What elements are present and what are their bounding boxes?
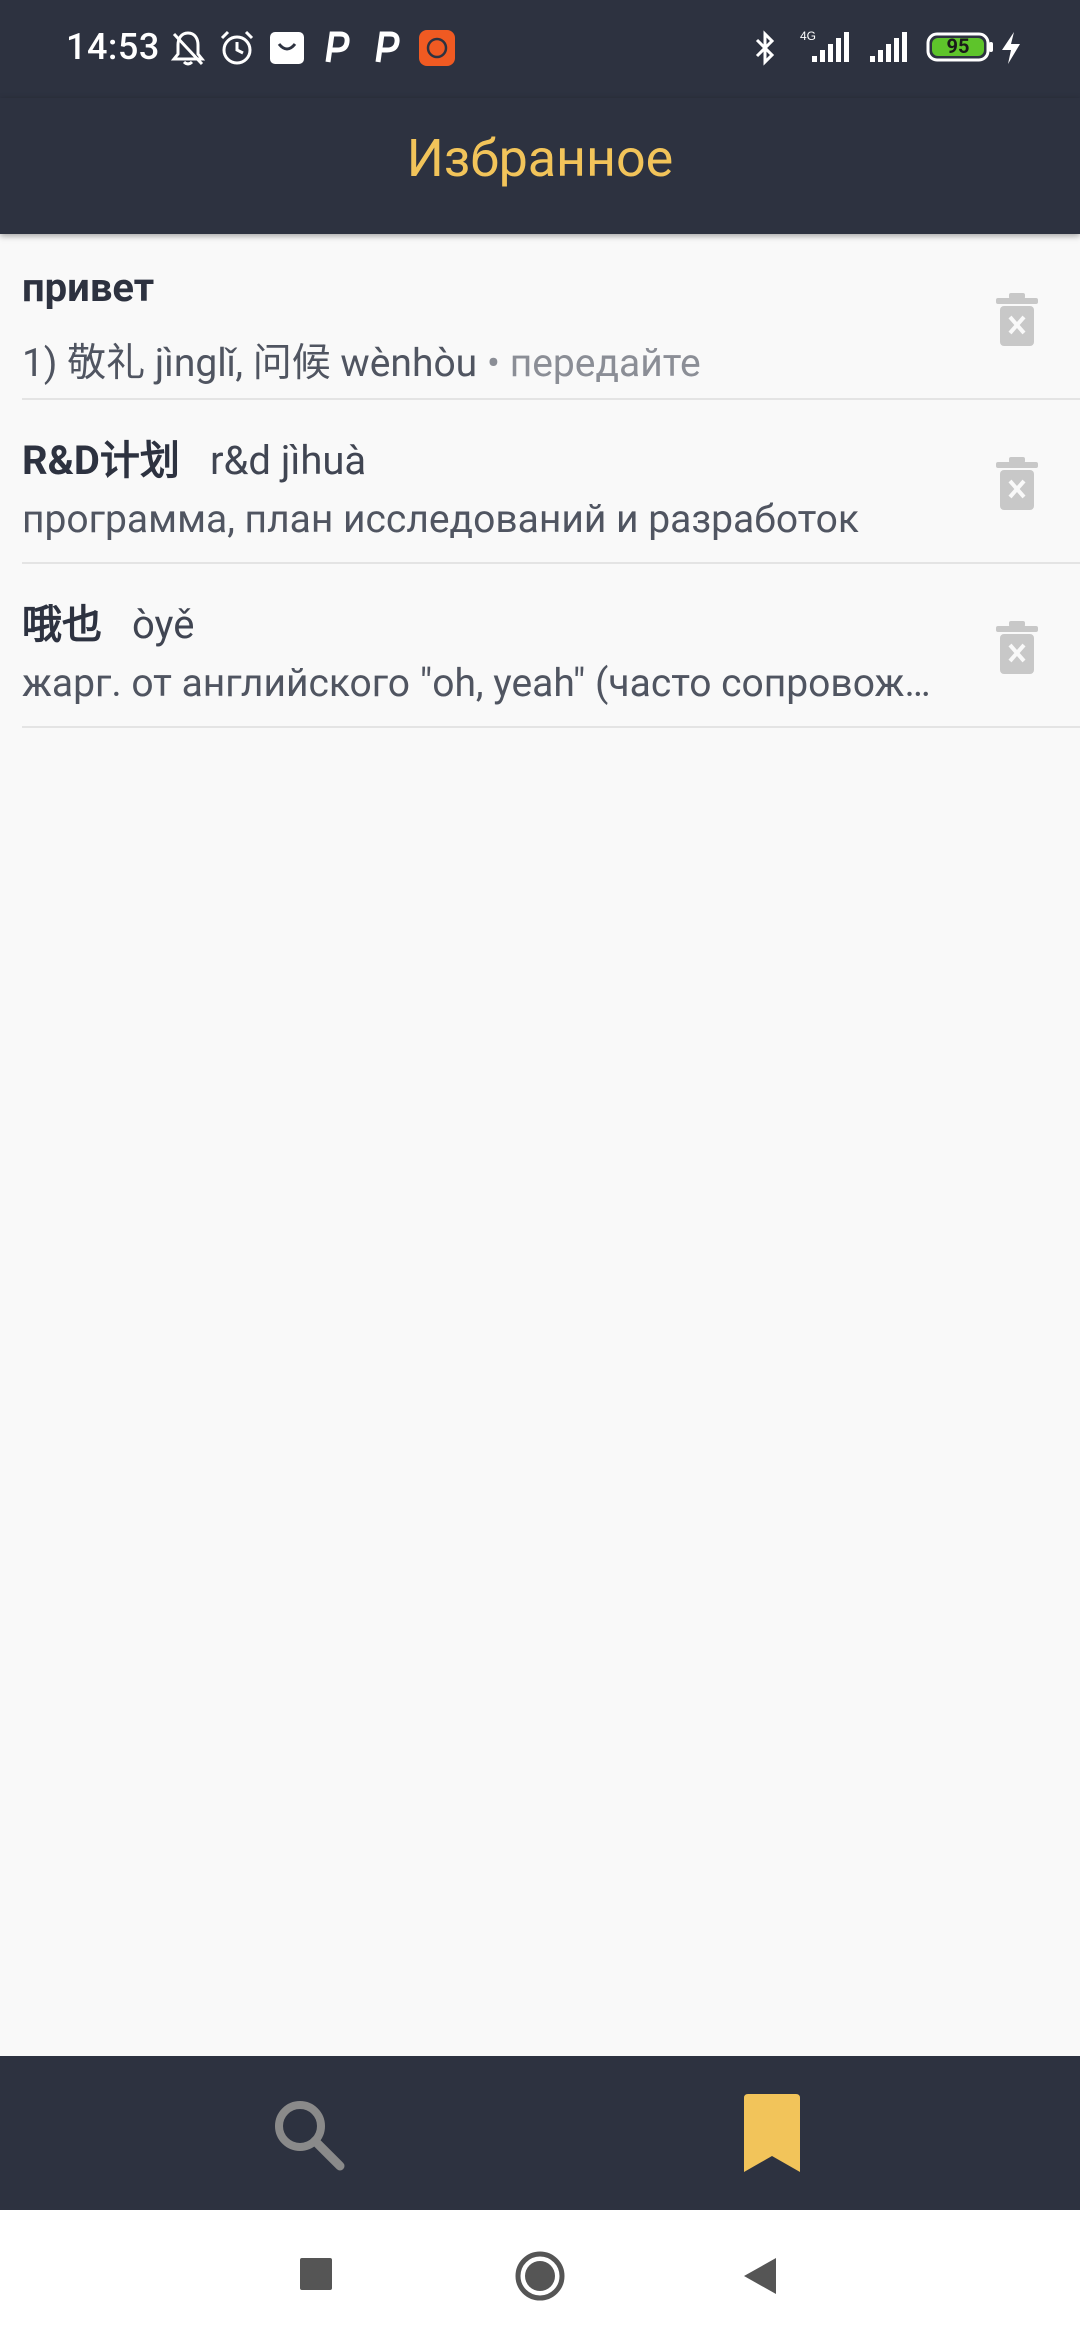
app-bar: Избранное bbox=[0, 98, 1080, 234]
p-app-icon bbox=[325, 31, 350, 63]
entry-definition-line: жарг. от английского "oh, yeah" (часто с… bbox=[22, 660, 952, 706]
entry-extra: • передайте bbox=[477, 340, 701, 386]
entry-definition: программа, план исследований и разработо… bbox=[22, 496, 859, 542]
battery-level: 95 bbox=[946, 34, 970, 58]
alarm-icon bbox=[220, 30, 254, 65]
delete-icon[interactable] bbox=[994, 456, 1040, 512]
bookmark-icon[interactable] bbox=[740, 2094, 804, 2174]
entry-pinyin: r&d jìhuà bbox=[209, 437, 367, 484]
shopping-bag-icon bbox=[270, 32, 304, 64]
network-type: 4G bbox=[800, 29, 816, 43]
charging-icon bbox=[1002, 32, 1020, 64]
system-navigation-bar bbox=[0, 2210, 1080, 2340]
home-circle-icon[interactable] bbox=[514, 2250, 566, 2302]
entry-pinyin: òyě bbox=[132, 601, 195, 648]
entry-definition-line: программа, план исследований и разработо… bbox=[22, 496, 952, 542]
signal-icon: 4G bbox=[800, 29, 849, 62]
favorites-list: привет 1) 敬礼 jìnglǐ, 问候 wènhòu • передай… bbox=[0, 236, 1080, 728]
entry-word: 哦也 bbox=[22, 601, 102, 648]
delete-icon[interactable] bbox=[994, 292, 1040, 348]
list-item[interactable]: привет 1) 敬礼 jìnglǐ, 问候 wènhòu • передай… bbox=[22, 236, 1080, 400]
list-item[interactable]: 哦也 òyě жарг. от английского "oh, yeah" (ч… bbox=[22, 564, 1080, 728]
entry-word: R&D计划 bbox=[22, 437, 180, 484]
status-time: 14:53 bbox=[66, 26, 160, 68]
search-icon[interactable] bbox=[268, 2094, 348, 2174]
bottom-navigation bbox=[0, 2056, 1080, 2210]
status-bar: 14:53 4G 95 bbox=[0, 0, 1080, 98]
delete-icon[interactable] bbox=[994, 620, 1040, 676]
battery-icon: 95 bbox=[926, 32, 993, 62]
entry-definition-line: 1) 敬礼 jìnglǐ, 问候 wènhòu • передайте bbox=[22, 332, 952, 388]
entry-word: привет bbox=[22, 264, 155, 311]
entry-headline: привет bbox=[22, 264, 154, 311]
mi-app-icon bbox=[419, 30, 455, 66]
bell-off-icon bbox=[170, 31, 206, 66]
p-app-icon bbox=[375, 31, 400, 63]
entry-headline: 哦也 òyě bbox=[22, 592, 194, 650]
entry-definition: жарг. от английского "oh, yeah" (часто с… bbox=[22, 660, 952, 706]
back-triangle-icon[interactable] bbox=[742, 2256, 778, 2296]
page-title: Избранное bbox=[406, 128, 674, 189]
recents-square-icon[interactable] bbox=[298, 2256, 334, 2292]
entry-headline: R&D计划 r&d jìhuà bbox=[22, 428, 366, 486]
bluetooth-icon bbox=[755, 30, 775, 66]
signal-icon bbox=[870, 32, 907, 62]
list-item[interactable]: R&D计划 r&d jìhuà программа, план исследова… bbox=[22, 400, 1080, 564]
entry-definition: 1) 敬礼 jìnglǐ, 问候 wènhòu bbox=[22, 340, 478, 386]
